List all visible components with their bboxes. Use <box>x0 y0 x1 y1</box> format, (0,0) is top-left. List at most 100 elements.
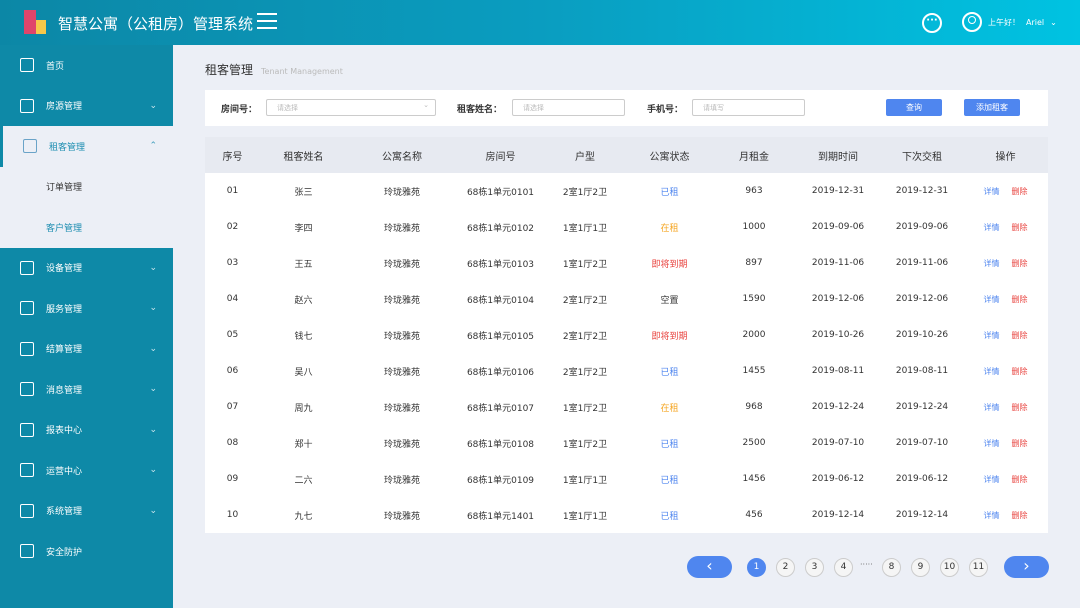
table-row: 05 钱七 玲珑雅苑 68栋1单元0105 2室1厅2卫 即将到期 2000 2019-10-… <box>205 317 1048 353</box>
delete-link[interactable]: 删除 <box>1012 223 1028 232</box>
table-row: 06 吴八 玲珑雅苑 68栋1单元0106 2室1厅2卫 已租 1455 2019-08-11… <box>205 353 1048 389</box>
column-header: 房间号 <box>485 151 516 163</box>
cell: 2019-12-31 <box>895 186 949 196</box>
actions-cell: 详情 删除 <box>963 222 1048 233</box>
message-icon[interactable]: ··· <box>922 13 942 33</box>
sidebar-item-label: 房源管理 <box>46 102 83 113</box>
delete-link[interactable]: 删除 <box>1012 187 1028 196</box>
sidebar-item-2[interactable]: 租客管理 ⌃ <box>0 126 173 167</box>
actions-cell: 详情 删除 <box>963 510 1048 521</box>
cell: 1室1厅2卫 <box>562 403 608 414</box>
sidebar-item-label: 设备管理 <box>46 264 83 275</box>
sidebar-item-1[interactable]: 房源管理 ⌄ <box>0 86 173 127</box>
cell: 2019-10-26 <box>895 330 949 340</box>
detail-link[interactable]: 详情 <box>984 403 1000 412</box>
sidebar-item-8[interactable]: 运营中心 ⌄ <box>0 450 173 491</box>
column-header: 序号 <box>222 151 243 163</box>
menu-toggle-icon[interactable] <box>257 13 277 29</box>
cell: 1455 <box>742 366 766 376</box>
name-input[interactable]: 请选择 <box>512 99 625 116</box>
next-page-button[interactable]: › <box>1004 556 1049 578</box>
cell: 2500 <box>742 438 766 448</box>
delete-link[interactable]: 删除 <box>1012 331 1028 340</box>
sidebar-item-3[interactable]: 设备管理 ⌄ <box>0 248 173 289</box>
delete-link[interactable]: 删除 <box>1012 511 1028 520</box>
sidebar-item-7[interactable]: 报表中心 ⌄ <box>0 410 173 451</box>
cell: 1590 <box>742 294 766 304</box>
table-row: 09 二六 玲珑雅苑 68栋1单元0109 1室1厅1卫 已租 1456 2019-06-12… <box>205 461 1048 497</box>
table-row: 04 赵六 玲珑雅苑 68栋1单元0104 2室1厅2卫 空置 1590 2019-12-06… <box>205 281 1048 317</box>
cell: 02 <box>226 222 239 232</box>
sidebar-item-4[interactable]: 服务管理 ⌄ <box>0 288 173 329</box>
house-list-icon <box>20 98 34 113</box>
cell: 2000 <box>742 330 766 340</box>
cell: 1室1厅2卫 <box>562 439 608 450</box>
sidebar-item-9[interactable]: 系统管理 ⌄ <box>0 491 173 532</box>
detail-link[interactable]: 详情 <box>984 439 1000 448</box>
cell: 07 <box>226 402 239 412</box>
sidebar-item-10[interactable]: 安全防护 <box>0 531 173 572</box>
detail-link[interactable]: 详情 <box>984 367 1000 376</box>
cell: 空置 <box>660 295 679 306</box>
page-1-button[interactable]: 1 <box>747 558 766 577</box>
page-8-button[interactable]: 8 <box>882 558 901 577</box>
sidebar-subitem-0[interactable]: 订单管理 <box>0 166 173 207</box>
page-4-button[interactable]: 4 <box>834 558 853 577</box>
home-icon <box>20 58 34 73</box>
sidebar-item-label: 安全防护 <box>46 547 83 558</box>
page-3-button[interactable]: 3 <box>805 558 824 577</box>
detail-link[interactable]: 详情 <box>984 187 1000 196</box>
sidebar-subitem-1[interactable]: 客户管理 <box>0 207 173 248</box>
cell: 2019-09-06 <box>811 222 865 232</box>
sidebar-item-6[interactable]: 消息管理 ⌄ <box>0 369 173 410</box>
app-title: 智慧公寓（公租房）管理系统 <box>58 15 254 33</box>
page-11-button[interactable]: 11 <box>969 558 988 577</box>
cell: 68栋1单元0104 <box>466 295 535 306</box>
cell: 钱七 <box>294 331 313 342</box>
search-button[interactable]: 查询 <box>886 99 942 116</box>
page-10-button[interactable]: 10 <box>940 558 959 577</box>
cell: 在租 <box>660 223 679 234</box>
cell: 2019-10-26 <box>811 330 865 340</box>
cell: 已租 <box>660 511 679 522</box>
chevron-down-icon: ⌄ <box>149 262 157 273</box>
cell: 李四 <box>294 223 313 234</box>
actions-cell: 详情 删除 <box>963 366 1048 377</box>
delete-link[interactable]: 删除 <box>1012 259 1028 268</box>
cell: 03 <box>226 258 239 268</box>
detail-link[interactable]: 详情 <box>984 475 1000 484</box>
user-menu[interactable]: 上午好！ Ariel ⌄ <box>962 12 1057 32</box>
sidebar-item-0[interactable]: 首页 <box>0 45 173 86</box>
cell: 九七 <box>294 511 313 522</box>
cell: 即将到期 <box>651 259 688 270</box>
detail-link[interactable]: 详情 <box>984 223 1000 232</box>
delete-link[interactable]: 删除 <box>1012 367 1028 376</box>
detail-link[interactable]: 详情 <box>984 259 1000 268</box>
delete-link[interactable]: 删除 <box>1012 475 1028 484</box>
room-placeholder: 请选择 <box>277 104 298 112</box>
phone-input[interactable]: 请填写 <box>692 99 805 116</box>
gear-icon <box>20 503 34 518</box>
detail-link[interactable]: 详情 <box>984 511 1000 520</box>
sidebar-item-5[interactable]: 结算管理 ⌄ <box>0 329 173 370</box>
logo-icon <box>24 10 48 34</box>
cell: 2019-08-11 <box>895 366 949 376</box>
detail-link[interactable]: 详情 <box>984 331 1000 340</box>
page-2-button[interactable]: 2 <box>776 558 795 577</box>
cell: 玲珑雅苑 <box>383 223 420 234</box>
page-subtitle: Tenant Management <box>261 67 343 76</box>
delete-link[interactable]: 删除 <box>1012 295 1028 304</box>
detail-link[interactable]: 详情 <box>984 295 1000 304</box>
column-header: 公寓名称 <box>382 151 422 163</box>
sidebar-item-label: 服务管理 <box>46 304 83 315</box>
room-select[interactable]: 请选择 ⌄ <box>266 99 436 116</box>
sidebar-item-label: 消息管理 <box>46 385 83 396</box>
cell: 68栋1单元0101 <box>466 187 535 198</box>
cell: 2019-08-11 <box>811 366 865 376</box>
page-9-button[interactable]: 9 <box>911 558 930 577</box>
delete-link[interactable]: 删除 <box>1012 439 1028 448</box>
add-tenant-button[interactable]: 添加租客 <box>964 99 1020 116</box>
cell: 2019-07-10 <box>895 438 949 448</box>
delete-link[interactable]: 删除 <box>1012 403 1028 412</box>
prev-page-button[interactable]: ‹ <box>687 556 732 578</box>
